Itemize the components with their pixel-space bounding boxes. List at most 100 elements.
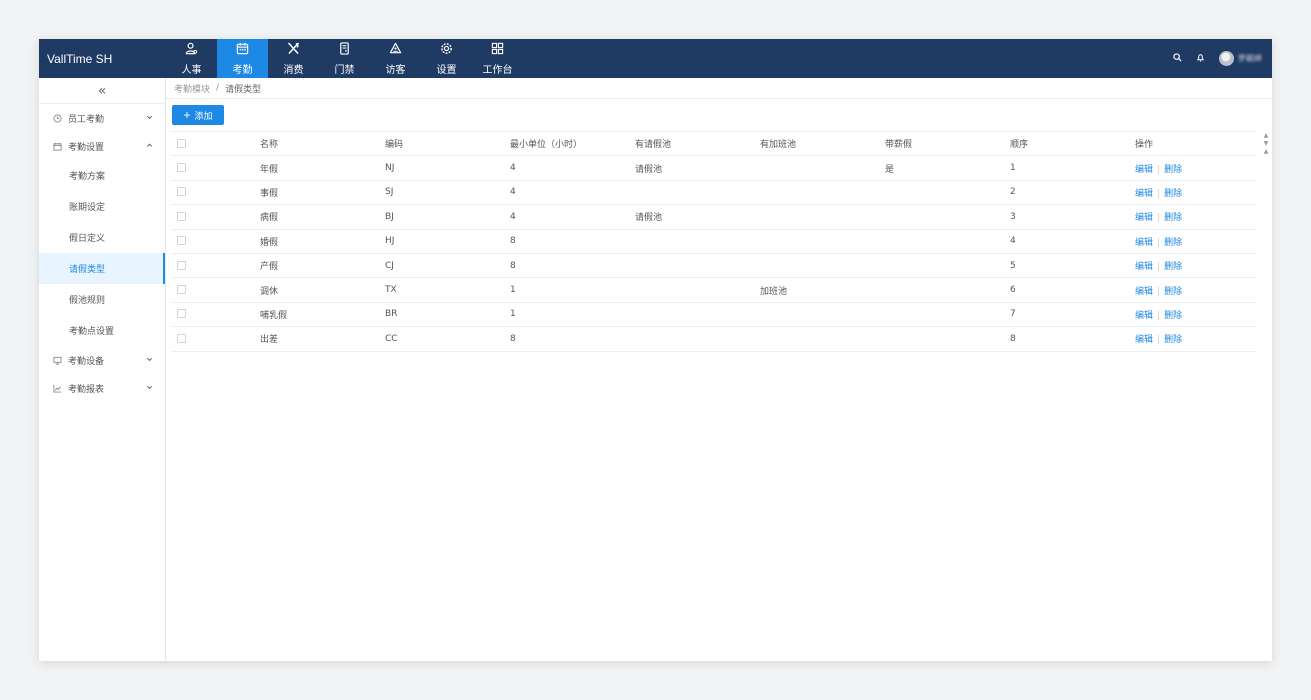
nav-item-label: 设置 [436, 64, 457, 76]
row-checkbox[interactable] [177, 211, 186, 221]
edit-button[interactable]: 编辑 [1135, 262, 1153, 272]
sidebar-item[interactable]: 账期设定 [39, 191, 165, 222]
edit-button[interactable]: 编辑 [1135, 311, 1153, 321]
edit-button[interactable]: 编辑 [1135, 335, 1153, 345]
row-checkbox[interactable] [177, 187, 186, 197]
delete-button[interactable]: 删除 [1164, 262, 1182, 272]
add-button[interactable]: + 添加 [172, 105, 224, 125]
cell-order: 7 [1010, 302, 1135, 328]
door-icon [338, 41, 351, 61]
bell-icon[interactable] [1196, 53, 1205, 65]
table-row: 出差 CC 8 8 编辑 | 删除 [172, 326, 1256, 352]
delete-button[interactable]: 删除 [1164, 189, 1182, 199]
nav-item-visitor[interactable]: 访客 [370, 39, 421, 78]
sidebar-item[interactable]: 请假类型 [39, 253, 165, 284]
cell-order: 8 [1010, 326, 1135, 352]
row-select-cell [172, 326, 260, 352]
nav-item-user[interactable]: 人事 [166, 39, 217, 78]
sidebar-item[interactable]: 考勤方案 [39, 160, 165, 191]
sidebar-item[interactable]: 假日定义 [39, 222, 165, 253]
sidebar-group-attendance-reports[interactable]: 考勤报表 [39, 374, 165, 402]
cell-actions: 编辑 | 删除 [1135, 326, 1256, 352]
cell-leave-pool [635, 277, 760, 303]
delete-button[interactable]: 删除 [1164, 165, 1182, 175]
plus-icon: + [183, 108, 191, 122]
column-header: 顺序 [1010, 130, 1135, 157]
edit-button[interactable]: 编辑 [1135, 213, 1153, 223]
sidebar-group-attendance-settings[interactable]: 考勤设置 [39, 132, 165, 160]
cell-code: BJ [385, 204, 510, 230]
delete-button[interactable]: 删除 [1164, 238, 1182, 248]
edit-button[interactable]: 编辑 [1135, 287, 1153, 297]
nav-item-door[interactable]: 门禁 [319, 39, 370, 78]
chevron-down-icon [146, 357, 153, 362]
calendar-settings-icon [53, 142, 62, 151]
action-divider: | [1157, 237, 1161, 248]
cell-leave-pool [635, 326, 760, 352]
vertical-scrollbar[interactable]: ▲ ▼ ▲ [1260, 131, 1272, 661]
scroll-down-arrow-icon[interactable]: ▼ [1260, 139, 1272, 147]
sidebar-group-label: 考勤报表 [68, 384, 105, 395]
cell-code: SJ [385, 180, 510, 206]
cell-leave-pool [635, 229, 760, 254]
row-checkbox[interactable] [177, 260, 186, 270]
row-checkbox[interactable] [177, 285, 186, 295]
edit-button[interactable]: 编辑 [1135, 238, 1153, 248]
search-icon[interactable] [1173, 52, 1182, 65]
table-row: 事假 SJ 4 2 编辑 | 删除 [172, 180, 1256, 206]
cell-paid [885, 253, 1010, 279]
nav-item-label: 访客 [385, 64, 406, 76]
row-checkbox[interactable] [177, 333, 186, 343]
sidebar-item[interactable]: 假池规则 [39, 284, 165, 315]
action-divider: | [1157, 188, 1161, 199]
cell-name: 出差 [260, 326, 385, 352]
delete-button[interactable]: 删除 [1164, 213, 1182, 223]
row-checkbox[interactable] [177, 309, 186, 319]
row-checkbox[interactable] [177, 236, 186, 246]
scroll-up-arrow-icon[interactable]: ▲ [1260, 147, 1272, 155]
user-name[interactable]: 罗颖婷 [1238, 53, 1262, 64]
breadcrumb-parent[interactable]: 考勤模块 [174, 82, 210, 95]
nav-item-grid[interactable]: 工作台 [472, 39, 523, 78]
calendar-icon [236, 42, 249, 61]
cell-actions: 编辑 | 删除 [1135, 204, 1256, 230]
cell-code: CJ [385, 253, 510, 279]
nav-item-label: 门禁 [334, 64, 355, 76]
sidebar-item[interactable]: 考勤点设置 [39, 315, 165, 346]
nav-item-gear[interactable]: 设置 [421, 39, 472, 78]
delete-button[interactable]: 删除 [1164, 335, 1182, 345]
cell-ot-pool [760, 229, 885, 254]
sidebar-group-attendance-devices[interactable]: 考勤设备 [39, 346, 165, 374]
select-all-checkbox[interactable] [177, 138, 186, 148]
fork-knife-icon [287, 42, 300, 61]
cell-paid [885, 229, 1010, 254]
leave-type-table-container: 名称 编码 最小单位（小时） 有请假池 有加班池 带薪假 顺序 操作 年假 NJ 4 请假池是 1 编辑… [172, 130, 1256, 352]
scroll-up-arrow-icon[interactable]: ▲ [1260, 131, 1272, 139]
nav-item-calendar[interactable]: 考勤 [217, 39, 268, 78]
delete-button[interactable]: 删除 [1164, 311, 1182, 321]
cell-code: HJ [385, 229, 510, 254]
avatar[interactable] [1219, 51, 1234, 66]
sidebar-group-employee-attendance[interactable]: 员工考勤 [39, 104, 165, 132]
nav-item-fork-knife[interactable]: 消费 [268, 39, 319, 78]
table-row: 年假 NJ 4 请假池 是 1 编辑 | 删除 [172, 155, 1256, 181]
row-select-cell [172, 277, 260, 303]
nav-item-label: 消费 [283, 64, 304, 76]
column-header: 编码 [385, 130, 510, 157]
monitor-icon [53, 356, 62, 365]
leave-type-table: 名称 编码 最小单位（小时） 有请假池 有加班池 带薪假 顺序 操作 年假 NJ 4 请假池是 1 编辑… [172, 130, 1256, 352]
edit-button[interactable]: 编辑 [1135, 165, 1153, 175]
cell-code: TX [385, 277, 510, 303]
collapse-sidebar-button[interactable]: « [39, 78, 165, 104]
table-header-row: 名称 编码 最小单位（小时） 有请假池 有加班池 带薪假 顺序 操作 [172, 130, 1256, 157]
cell-actions: 编辑 | 删除 [1135, 155, 1256, 181]
clock-icon [53, 113, 62, 123]
cell-name: 婚假 [260, 229, 385, 254]
cell-leave-pool [635, 180, 760, 206]
row-select-cell [172, 229, 260, 254]
cell-min-unit: 4 [510, 180, 635, 206]
cell-order: 1 [1010, 155, 1135, 181]
row-checkbox[interactable] [177, 163, 186, 173]
edit-button[interactable]: 编辑 [1135, 189, 1153, 199]
delete-button[interactable]: 删除 [1164, 287, 1182, 297]
